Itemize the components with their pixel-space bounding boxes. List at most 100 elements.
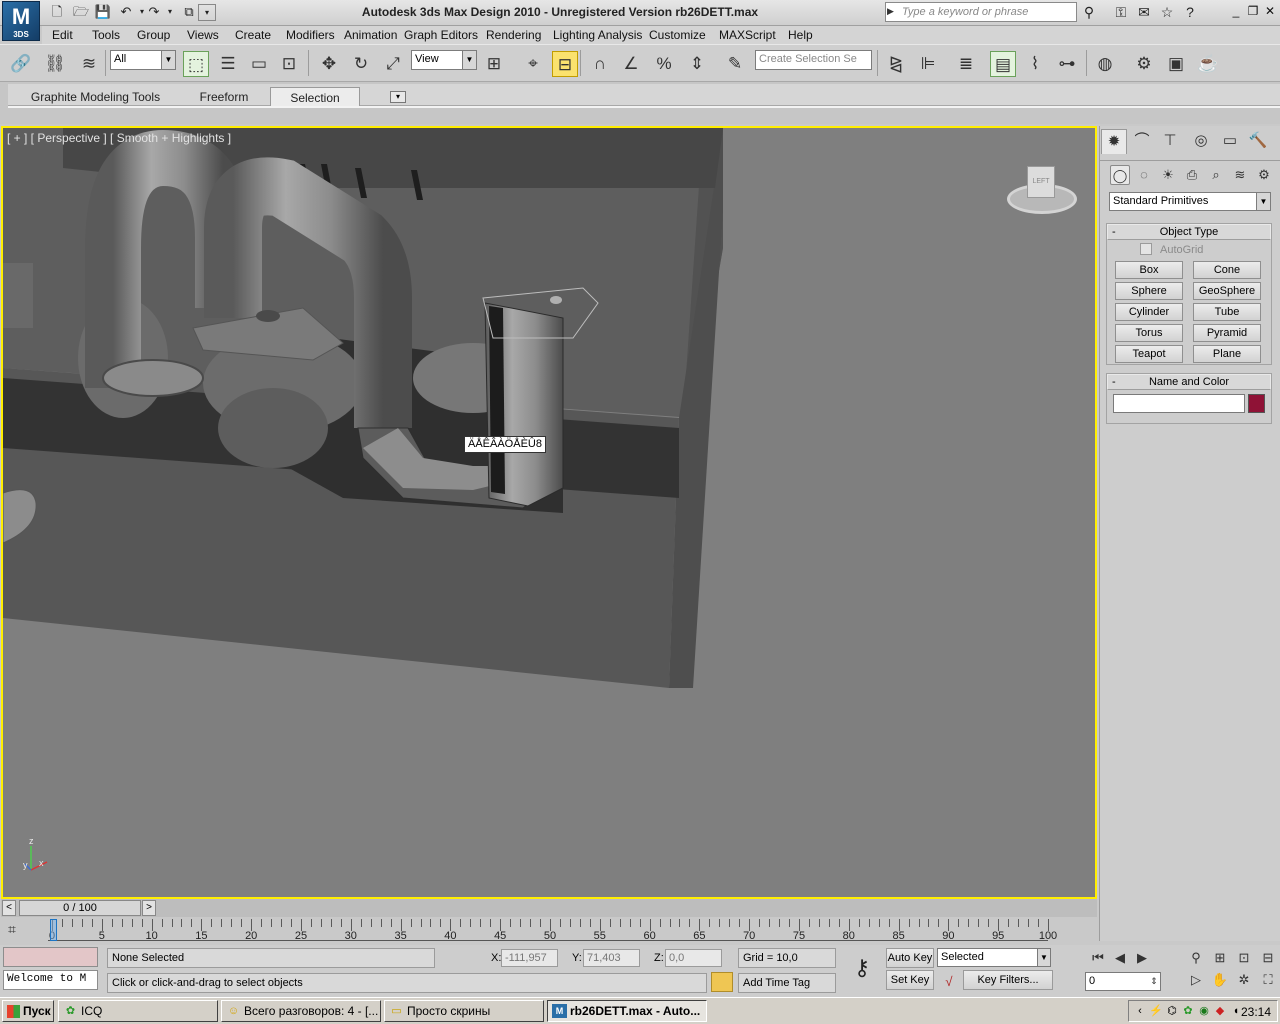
unlink-selection-icon[interactable]: ⛓ <box>42 51 68 77</box>
create-panel-tab-icon[interactable]: ✹ <box>1101 129 1127 154</box>
object-color-swatch[interactable] <box>1248 394 1265 413</box>
previous-frame-icon[interactable]: ◀ <box>1110 948 1130 968</box>
teapot-button[interactable]: Teapot <box>1115 345 1183 363</box>
helpers-category-icon[interactable]: ⌕ <box>1206 165 1226 185</box>
plane-button[interactable]: Plane <box>1193 345 1261 363</box>
taskbar-item-icq[interactable]: ✿ ICQ <box>58 1000 218 1022</box>
next-frame-arrow-icon[interactable]: > <box>142 900 156 916</box>
tube-button[interactable]: Tube <box>1193 303 1261 321</box>
zoom-icon[interactable]: ⚲ <box>1186 948 1206 968</box>
lights-category-icon[interactable]: ☀ <box>1158 165 1178 185</box>
start-button[interactable]: Пуск <box>2 1000 54 1022</box>
bind-to-space-warp-icon[interactable]: ≋ <box>76 51 102 77</box>
go-to-start-icon[interactable]: ⏮ <box>1088 948 1108 968</box>
new-file-icon[interactable]: 🗋 <box>48 4 66 21</box>
select-and-move-icon[interactable]: ✥ <box>316 51 342 77</box>
close-icon[interactable]: ✕ <box>1262 4 1278 20</box>
icq-tray-icon[interactable]: ✿ <box>1181 1004 1195 1018</box>
edit-named-selection-icon[interactable]: ✎ <box>722 51 748 77</box>
rendered-frame-window-icon[interactable]: ▣ <box>1163 51 1189 77</box>
project-folder-icon[interactable]: ⧉ <box>180 4 198 21</box>
shapes-category-icon[interactable]: ◌ <box>1134 165 1154 185</box>
hierarchy-panel-tab-icon[interactable]: ⊤ <box>1157 129 1183 154</box>
usb-icon[interactable]: ⌬ <box>1165 1004 1179 1018</box>
set-keys-key-icon[interactable]: ⚷ <box>842 955 882 983</box>
menu-lighting-analysis[interactable]: Lighting Analysis <box>553 28 642 42</box>
select-and-scale-icon[interactable]: ⤢ <box>380 51 406 77</box>
graphite-modeling-toggle-icon[interactable]: ▤ <box>990 51 1016 77</box>
menu-tools[interactable]: Tools <box>92 28 120 42</box>
open-mini-curve-editor-icon[interactable]: ⌗ <box>8 921 16 938</box>
select-by-name-icon[interactable]: ☰ <box>215 51 241 77</box>
key-filters-button[interactable]: Key Filters... <box>963 970 1053 990</box>
network-icon[interactable]: ⚡ <box>1149 1004 1163 1018</box>
menu-graph-editors[interactable]: Graph Editors <box>404 28 478 42</box>
reference-coordinate-dropdown[interactable]: View ▼ <box>411 50 477 70</box>
keyboard-shortcut-override-icon[interactable]: ⊟ <box>552 51 578 77</box>
taskbar-item-folder[interactable]: ▭ Просто скрины <box>384 1000 544 1022</box>
align-icon[interactable]: ⊫ <box>915 51 941 77</box>
systems-category-icon[interactable]: ⚙ <box>1254 165 1274 185</box>
object-type-rollout-header[interactable]: - Object Type <box>1107 224 1271 240</box>
spinner-arrows-icon[interactable]: ⇕ <box>1144 972 1164 992</box>
select-and-link-icon[interactable]: 🔗 <box>8 51 34 77</box>
modify-panel-tab-icon[interactable]: ⌒ <box>1129 129 1155 154</box>
maximize-viewport-icon[interactable]: ⛶ <box>1258 970 1278 990</box>
zoom-extents-icon[interactable]: ⊡ <box>1234 948 1254 968</box>
maxscript-mini-listener-output[interactable] <box>3 947 98 967</box>
torus-button[interactable]: Torus <box>1115 324 1183 342</box>
infocenter-search-input[interactable]: Type a keyword or phrase <box>885 2 1077 22</box>
binoculars-icon[interactable]: ⚲ <box>1078 3 1100 22</box>
render-setup-icon[interactable]: ⚙ <box>1131 51 1157 77</box>
chevron-left-icon[interactable]: ‹ <box>1133 1004 1147 1018</box>
field-of-view-icon[interactable]: ▷ <box>1186 970 1206 990</box>
tab-graphite-modeling-tools[interactable]: Graphite Modeling Tools <box>28 87 163 107</box>
angle-snap-icon[interactable]: ∠ <box>618 51 644 77</box>
rectangular-selection-region-icon[interactable]: ▭ <box>246 51 272 77</box>
application-button[interactable]: M 3DS <box>2 1 40 41</box>
current-frame-marker[interactable] <box>50 919 57 941</box>
viewcube[interactable]: LEFT <box>1005 160 1077 220</box>
window-crossing-icon[interactable]: ⊡ <box>276 51 302 77</box>
orbit-icon[interactable]: ✲ <box>1234 970 1254 990</box>
trackbar[interactable]: ⌗ 05101520253035404550556065707580859095… <box>0 917 1097 945</box>
autogrid-checkbox[interactable]: AutoGrid <box>1140 243 1203 256</box>
named-selection-sets-input[interactable]: Create Selection Se <box>755 50 872 70</box>
select-and-rotate-icon[interactable]: ↻ <box>348 51 374 77</box>
restore-icon[interactable]: ❐ <box>1245 4 1261 20</box>
name-and-color-rollout-header[interactable]: - Name and Color <box>1107 374 1271 390</box>
perspective-viewport[interactable]: [ + ] [ Perspective ] [ Smooth + Highlig… <box>1 126 1097 899</box>
favorites-star-icon[interactable]: ☆ <box>1156 3 1178 22</box>
select-object-icon[interactable]: ⬚ <box>183 51 209 77</box>
sphere-button[interactable]: Sphere <box>1115 282 1183 300</box>
object-name-input[interactable] <box>1113 394 1245 413</box>
snaps-toggle-icon[interactable]: ∩ <box>587 51 613 77</box>
select-and-manipulate-icon[interactable]: ⌖ <box>520 51 546 77</box>
pyramid-button[interactable]: Pyramid <box>1193 324 1261 342</box>
add-time-tag-button[interactable]: Add Time Tag <box>738 973 836 993</box>
z-coord-field[interactable]: 0,0 <box>665 949 722 967</box>
curve-editor-icon[interactable]: ⌇ <box>1022 51 1048 77</box>
motion-panel-tab-icon[interactable]: ◎ <box>1188 129 1214 154</box>
menu-modifiers[interactable]: Modifiers <box>286 28 335 42</box>
geosphere-button[interactable]: GeoSphere <box>1193 282 1261 300</box>
previous-frame-arrow-icon[interactable]: < <box>2 900 16 916</box>
taskbar-item-3dsmax[interactable]: Mrb26DETT.max - Auto... <box>547 1000 707 1022</box>
menu-edit[interactable]: Edit <box>52 28 73 42</box>
layer-manager-icon[interactable]: ≣ <box>953 51 979 77</box>
mirror-icon[interactable]: ⧎ <box>883 51 909 77</box>
antivirus-icon[interactable]: ◉ <box>1197 1004 1211 1018</box>
minimize-icon[interactable]: _ <box>1228 4 1244 20</box>
key-mode-dropdown[interactable]: Selected ▼ <box>937 948 1051 967</box>
menu-customize[interactable]: Customize <box>649 28 706 42</box>
save-file-icon[interactable]: 💾 <box>94 4 112 21</box>
zoom-extents-all-icon[interactable]: ⊟ <box>1258 948 1278 968</box>
set-key-button[interactable]: Set Key <box>886 970 934 990</box>
redo-dropdown-icon[interactable]: ▾ <box>161 4 179 21</box>
tab-selection[interactable]: Selection <box>270 87 360 107</box>
menu-create[interactable]: Create <box>235 28 271 42</box>
cameras-category-icon[interactable]: ⎙ <box>1182 165 1202 185</box>
maxscript-mini-listener-input[interactable]: Welcome to M <box>3 970 98 990</box>
box-button[interactable]: Box <box>1115 261 1183 279</box>
zoom-all-icon[interactable]: ⊞ <box>1210 948 1230 968</box>
